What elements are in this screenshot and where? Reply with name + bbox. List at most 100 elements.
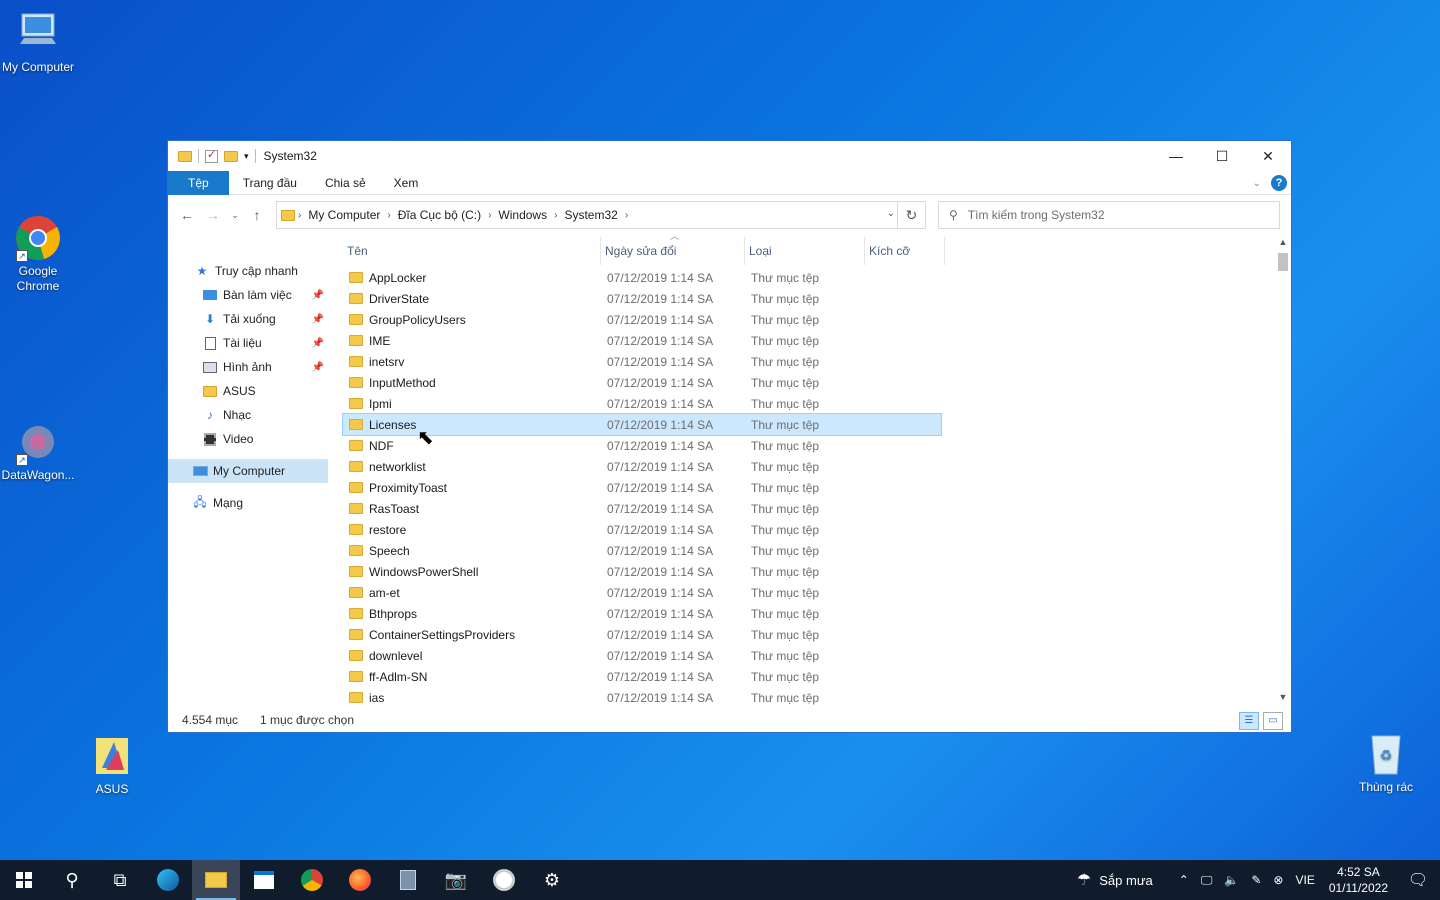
firefox-icon[interactable] bbox=[336, 860, 384, 900]
column-header-size[interactable]: Kích cỡ bbox=[865, 237, 945, 265]
table-row[interactable]: downlevel 07/12/2019 1:14 SA Thư mục tệp bbox=[343, 645, 941, 666]
table-row[interactable]: InputMethod 07/12/2019 1:14 SA Thư mục tệp bbox=[343, 372, 941, 393]
input-language[interactable]: VIE bbox=[1289, 860, 1320, 900]
properties-icon[interactable] bbox=[205, 148, 218, 163]
refresh-button[interactable]: ↻ bbox=[897, 202, 925, 228]
desktop-icon-google-chrome[interactable]: ↗ Google Chrome bbox=[0, 214, 76, 294]
nav-item-desktop[interactable]: Bàn làm việc 📌 bbox=[168, 283, 328, 307]
table-row[interactable]: ias 07/12/2019 1:14 SA Thư mục tệp bbox=[343, 687, 941, 708]
scroll-up-icon[interactable]: ▲ bbox=[1275, 237, 1291, 251]
expand-ribbon-icon[interactable]: ⌄ bbox=[1253, 178, 1261, 189]
table-row[interactable]: Bthprops 07/12/2019 1:14 SA Thư mục tệp bbox=[343, 603, 941, 624]
nav-item-downloads[interactable]: ⬇ Tải xuống 📌 bbox=[168, 307, 328, 331]
clock-app-icon[interactable] bbox=[480, 860, 528, 900]
chevron-right-icon[interactable]: › bbox=[622, 210, 631, 221]
table-row[interactable]: networklist 07/12/2019 1:14 SA Thư mục tệp bbox=[343, 456, 941, 477]
file-name: NDF bbox=[369, 438, 394, 453]
chevron-right-icon[interactable]: › bbox=[551, 210, 560, 221]
clock[interactable]: 4:52 SA 01/11/2022 bbox=[1321, 864, 1396, 896]
table-row[interactable]: DriverState 07/12/2019 1:14 SA Thư mục tệp bbox=[343, 288, 941, 309]
tab-file[interactable]: Tệp bbox=[168, 170, 229, 195]
column-header-type[interactable]: Loại bbox=[745, 237, 865, 265]
tab-view[interactable]: Xem bbox=[380, 171, 433, 195]
recent-locations-button[interactable]: ⌄ bbox=[228, 204, 242, 226]
table-row[interactable]: RasToast 07/12/2019 1:14 SA Thư mục tệp bbox=[343, 498, 941, 519]
close-button[interactable]: ✕ bbox=[1245, 141, 1291, 171]
table-row[interactable]: AppLocker 07/12/2019 1:14 SA Thư mục tệp bbox=[343, 267, 941, 288]
minimize-button[interactable]: — bbox=[1153, 141, 1199, 171]
table-row[interactable]: restore 07/12/2019 1:14 SA Thư mục tệp bbox=[343, 519, 941, 540]
table-row[interactable]: Ipmi 07/12/2019 1:14 SA Thư mục tệp bbox=[343, 393, 941, 414]
edge-icon[interactable] bbox=[144, 860, 192, 900]
chrome-icon[interactable] bbox=[288, 860, 336, 900]
desktop-icon-my-computer[interactable]: My Computer bbox=[0, 10, 76, 75]
weather-widget[interactable]: ☂ Sắp mưa bbox=[1071, 860, 1159, 900]
shortcut-arrow-icon: ↗ bbox=[16, 454, 28, 466]
desktop-icon-recycle-bin[interactable]: ♻ Thùng rác bbox=[1348, 730, 1424, 795]
task-view-icon[interactable]: ⧉ bbox=[96, 860, 144, 900]
scroll-down-icon[interactable]: ▼ bbox=[1275, 692, 1291, 706]
nav-item-documents[interactable]: Tài liệu 📌 bbox=[168, 331, 328, 355]
table-row[interactable]: IME 07/12/2019 1:14 SA Thư mục tệp bbox=[343, 330, 941, 351]
column-header-name[interactable]: Tên bbox=[343, 237, 601, 265]
address-bar[interactable]: › My Computer › Đĩa Cục bộ (C:) › Window… bbox=[276, 201, 926, 229]
nav-item-pictures[interactable]: Hình ảnh 📌 bbox=[168, 355, 328, 379]
up-button[interactable]: ↑ bbox=[246, 204, 268, 226]
camera-icon[interactable]: 📷 bbox=[432, 860, 480, 900]
chevron-right-icon[interactable]: › bbox=[384, 210, 393, 221]
chevron-down-icon[interactable]: ⌄ bbox=[887, 208, 895, 219]
nav-item-music[interactable]: ♪ Nhạc bbox=[168, 403, 328, 427]
show-hidden-icons-icon[interactable]: ⌃ bbox=[1173, 860, 1195, 900]
back-button[interactable]: ← bbox=[176, 204, 198, 226]
forward-button[interactable]: → bbox=[202, 204, 224, 226]
maximize-button[interactable]: ☐ bbox=[1199, 141, 1245, 171]
desktop-icon-datawagon[interactable]: ↗ DataWagon... bbox=[0, 418, 76, 483]
pen-icon[interactable]: ✎ bbox=[1245, 860, 1267, 900]
scrollbar-thumb[interactable] bbox=[1278, 253, 1288, 271]
large-icons-view-icon[interactable]: ▭ bbox=[1263, 712, 1283, 730]
tab-home[interactable]: Trang đầu bbox=[229, 171, 311, 195]
table-row[interactable]: Speech 07/12/2019 1:14 SA Thư mục tệp bbox=[343, 540, 941, 561]
table-row[interactable]: GroupPolicyUsers 07/12/2019 1:14 SA Thư mụ… bbox=[343, 309, 941, 330]
no-connection-icon[interactable]: ⊗ bbox=[1267, 860, 1289, 900]
table-row[interactable]: ContainerSettingsProviders 07/12/2019 1:1… bbox=[343, 624, 941, 645]
file-name: am-et bbox=[369, 585, 400, 600]
start-button[interactable] bbox=[0, 860, 48, 900]
notification-icon[interactable]: 🗨 bbox=[1396, 870, 1440, 890]
file-type: Thư mục tệp bbox=[751, 270, 820, 285]
new-folder-icon[interactable] bbox=[224, 150, 238, 162]
nav-item-video[interactable]: Video bbox=[168, 427, 328, 451]
customize-toolbar-icon[interactable]: ▾ bbox=[244, 151, 249, 162]
help-icon[interactable]: ? bbox=[1271, 175, 1287, 191]
nav-item-network[interactable]: 🖧 Mạng bbox=[168, 491, 328, 515]
taskbar: ⚲ ⧉ 📷 ⚙ ☂ Sắp mưa ⌃ 🖵 🔈 ✎ ⊗ VIE 4:52 SA … bbox=[0, 860, 1440, 900]
nav-item-my-computer[interactable]: My Computer bbox=[168, 459, 328, 483]
search-box[interactable]: ⚲ Tìm kiếm trong System32 bbox=[938, 201, 1280, 229]
calculator-icon[interactable] bbox=[384, 860, 432, 900]
settings-icon[interactable]: ⚙ bbox=[528, 860, 576, 900]
desktop-icon-asus[interactable]: ASUS bbox=[74, 732, 150, 797]
folder-icon bbox=[349, 524, 363, 535]
network-icon[interactable]: 🖵 bbox=[1195, 860, 1219, 900]
chevron-right-icon[interactable]: › bbox=[485, 210, 494, 221]
tab-share[interactable]: Chia sẻ bbox=[311, 171, 380, 195]
file-explorer-icon[interactable] bbox=[192, 860, 240, 900]
nav-item-asus[interactable]: ASUS bbox=[168, 379, 328, 403]
volume-icon[interactable]: 🔈 bbox=[1218, 860, 1245, 900]
table-row[interactable]: inetsrv 07/12/2019 1:14 SA Thư mục tệp bbox=[343, 351, 941, 372]
table-row[interactable]: ff-Adlm-SN 07/12/2019 1:14 SA Thư mục tệp bbox=[343, 666, 941, 687]
table-row[interactable]: WindowsPowerShell 07/12/2019 1:14 SA Thư m… bbox=[343, 561, 941, 582]
store-icon[interactable] bbox=[240, 860, 288, 900]
nav-item-quick-access[interactable]: ★ Truy cập nhanh bbox=[168, 259, 328, 283]
breadcrumb-my-computer[interactable]: My Computer bbox=[304, 208, 384, 222]
table-row[interactable]: ProximityToast 07/12/2019 1:14 SA Thư mục … bbox=[343, 477, 941, 498]
details-view-icon[interactable]: ☰ bbox=[1239, 712, 1259, 730]
chevron-right-icon[interactable]: › bbox=[295, 210, 304, 221]
breadcrumb-system32[interactable]: System32 bbox=[560, 208, 621, 222]
vertical-scrollbar[interactable]: ▲ ▼ bbox=[1275, 235, 1291, 708]
weather-text: Sắp mưa bbox=[1099, 872, 1153, 888]
breadcrumb-drive-c[interactable]: Đĩa Cục bộ (C:) bbox=[394, 208, 485, 222]
breadcrumb-windows[interactable]: Windows bbox=[494, 208, 551, 222]
table-row[interactable]: am-et 07/12/2019 1:14 SA Thư mục tệp bbox=[343, 582, 941, 603]
search-icon[interactable]: ⚲ bbox=[48, 860, 96, 900]
